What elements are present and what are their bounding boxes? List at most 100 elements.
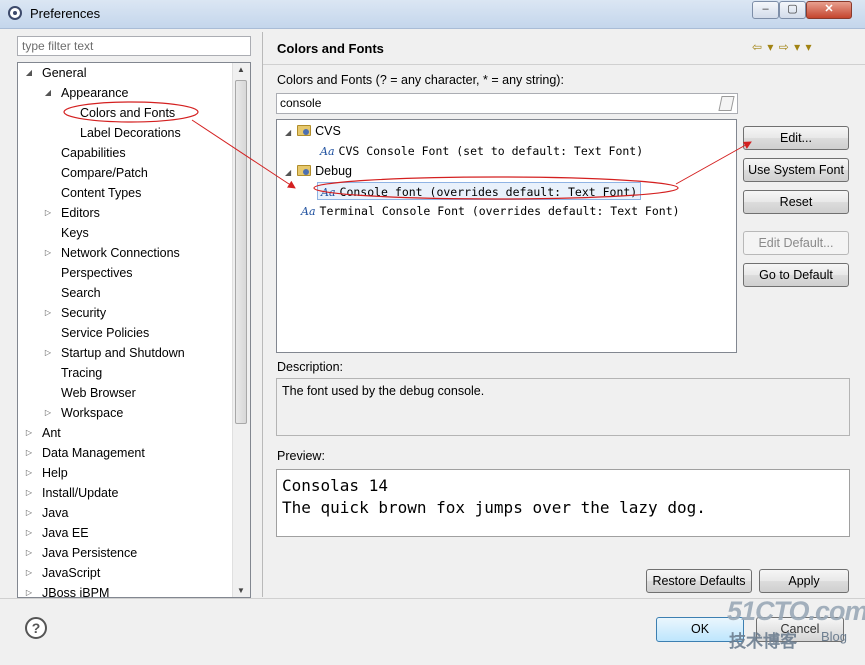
clear-search-icon[interactable] [718, 96, 735, 111]
tree-item[interactable]: Content Types [18, 184, 234, 202]
tree-item[interactable]: ▷ JavaScript [18, 564, 234, 582]
tree-item[interactable]: ▷ Data Management [18, 444, 234, 462]
tree-item[interactable]: ▷ JBoss jBPM [18, 584, 234, 598]
tree-item-label: Label Decorations [80, 126, 181, 140]
minimize-button[interactable]: – [752, 1, 779, 19]
scroll-thumb[interactable] [235, 80, 247, 424]
tree-item[interactable]: ▷ Security [18, 304, 234, 322]
tree-item[interactable]: ▷ Java [18, 504, 234, 522]
font-row[interactable]: Aa Terminal Console Font (overrides defau… [301, 202, 680, 220]
tree-item[interactable]: ▷ Startup and Shutdown [18, 344, 234, 362]
tree-item[interactable]: Compare/Patch [18, 164, 234, 182]
pane-divider[interactable] [262, 32, 263, 597]
tree-item[interactable]: ◢ General [18, 64, 234, 82]
font-category-label: CVS [315, 124, 341, 138]
tree-item[interactable]: Capabilities [18, 144, 234, 162]
font-category-row[interactable]: ◢ Debug [285, 162, 352, 180]
tree-item[interactable]: Colors and Fonts [18, 104, 234, 122]
collapsed-icon[interactable]: ▷ [43, 344, 53, 362]
font-icon: Aa [320, 145, 335, 158]
close-button[interactable]: ✕ [806, 1, 852, 19]
restore-defaults-button[interactable]: Restore Defaults [646, 569, 752, 593]
tree-item[interactable]: Keys [18, 224, 234, 242]
tree-item-label: Editors [61, 206, 100, 220]
fonts-tree[interactable]: ◢ CVS Aa CVS Console Font (set to default: … [276, 119, 737, 353]
collapsed-icon[interactable]: ▷ [24, 544, 34, 562]
scroll-down-icon[interactable]: ▼ [237, 586, 245, 595]
expanded-icon[interactable]: ◢ [43, 84, 53, 102]
tree-item[interactable]: ▷ Workspace [18, 404, 234, 422]
title-bar[interactable]: Preferences – ▢ ✕ [0, 0, 865, 29]
collapsed-icon[interactable]: ▷ [24, 444, 34, 462]
font-row[interactable]: Aa Console font (overrides default: Text … [317, 182, 642, 200]
collapsed-icon[interactable]: ▷ [24, 564, 34, 582]
history-nav-icons[interactable]: ⇦ ▾ ⇨ ▾ ▾ [752, 40, 813, 54]
tree-item[interactable]: Perspectives [18, 264, 234, 282]
window-title: Preferences [30, 6, 101, 21]
tree-item[interactable]: ▷ Ant [18, 424, 234, 442]
tree-item[interactable]: Web Browser [18, 384, 234, 402]
tree-item-label: Appearance [61, 86, 129, 100]
collapsed-icon[interactable]: ▷ [43, 204, 53, 222]
reset-button[interactable]: Reset [743, 190, 849, 214]
tree-item-label: Keys [61, 226, 89, 240]
help-icon[interactable]: ? [25, 617, 47, 639]
collapsed-icon[interactable]: ▷ [24, 484, 34, 502]
go-to-default-button[interactable]: Go to Default [743, 263, 849, 287]
tree-item[interactable]: ▷ Java Persistence [18, 544, 234, 562]
tree-item-label: Perspectives [61, 266, 133, 280]
tree-item[interactable]: Label Decorations [18, 124, 234, 142]
expanded-icon[interactable]: ◢ [285, 128, 291, 137]
tree-item[interactable]: ▷ Editors [18, 204, 234, 222]
font-icon: Aa [321, 186, 336, 199]
collapsed-icon[interactable]: ▷ [43, 304, 53, 322]
filter-input[interactable]: type filter text [17, 36, 251, 56]
tree-item[interactable]: ▷ Java EE [18, 524, 234, 542]
font-row-label: CVS Console Font (set to default: Text F… [338, 144, 644, 158]
description-label: Description: [277, 360, 343, 374]
collapsed-icon[interactable]: ▷ [24, 524, 34, 542]
maximize-button[interactable]: ▢ [779, 1, 806, 19]
edit-default-button[interactable]: Edit Default... [743, 231, 849, 255]
expanded-icon[interactable]: ◢ [24, 64, 34, 82]
header-divider [263, 64, 865, 65]
tree-item-label: Compare/Patch [61, 166, 148, 180]
font-row[interactable]: Aa CVS Console Font (set to default: Text… [320, 142, 643, 160]
tree-item-label: Network Connections [61, 246, 180, 260]
folder-icon [297, 165, 312, 176]
tree-item-label: Java [42, 506, 69, 520]
tree-scrollbar[interactable]: ▲ ▼ [232, 63, 250, 597]
tree-item-label: Java Persistence [42, 546, 138, 560]
collapsed-icon[interactable]: ▷ [43, 404, 53, 422]
scroll-up-icon[interactable]: ▲ [237, 65, 245, 74]
collapsed-icon[interactable]: ▷ [24, 584, 34, 597]
tree-item[interactable]: ▷ Network Connections [18, 244, 234, 262]
use-system-font-button[interactable]: Use System Font [743, 158, 849, 182]
font-search-input[interactable]: console [276, 93, 738, 114]
tree-item[interactable]: ▷ Install/Update [18, 484, 234, 502]
collapsed-icon[interactable]: ▷ [24, 424, 34, 442]
tree-item-label: JBoss jBPM [42, 586, 110, 598]
apply-button[interactable]: Apply [759, 569, 849, 593]
tree-item[interactable]: ◢ Appearance [18, 84, 234, 102]
preferences-tree[interactable]: ◢ General ◢ Appearance Colors and Fonts Label… [17, 62, 251, 598]
tree-item-label: Colors and Fonts [80, 106, 176, 120]
search-value: console [280, 96, 322, 110]
preview-line-2: The quick brown fox jumps over the lazy … [282, 498, 706, 517]
tree-item[interactable]: Service Policies [18, 324, 234, 342]
edit-button[interactable]: Edit... [743, 126, 849, 150]
preview-line-1: Consolas 14 [282, 476, 388, 495]
watermark-main: 51CTO.com [727, 596, 865, 626]
tree-item[interactable]: Search [18, 284, 234, 302]
collapsed-icon[interactable]: ▷ [43, 244, 53, 262]
tree-item-label: Java EE [42, 526, 89, 540]
tree-item[interactable]: ▷ Help [18, 464, 234, 482]
tree-item-label: Install/Update [42, 486, 119, 500]
font-icon: Aa [301, 205, 316, 218]
collapsed-icon[interactable]: ▷ [24, 504, 34, 522]
watermark-sub: 技术博客 [729, 632, 797, 651]
expanded-icon[interactable]: ◢ [285, 168, 291, 177]
tree-item[interactable]: Tracing [18, 364, 234, 382]
collapsed-icon[interactable]: ▷ [24, 464, 34, 482]
font-category-row[interactable]: ◢ CVS [285, 122, 341, 140]
